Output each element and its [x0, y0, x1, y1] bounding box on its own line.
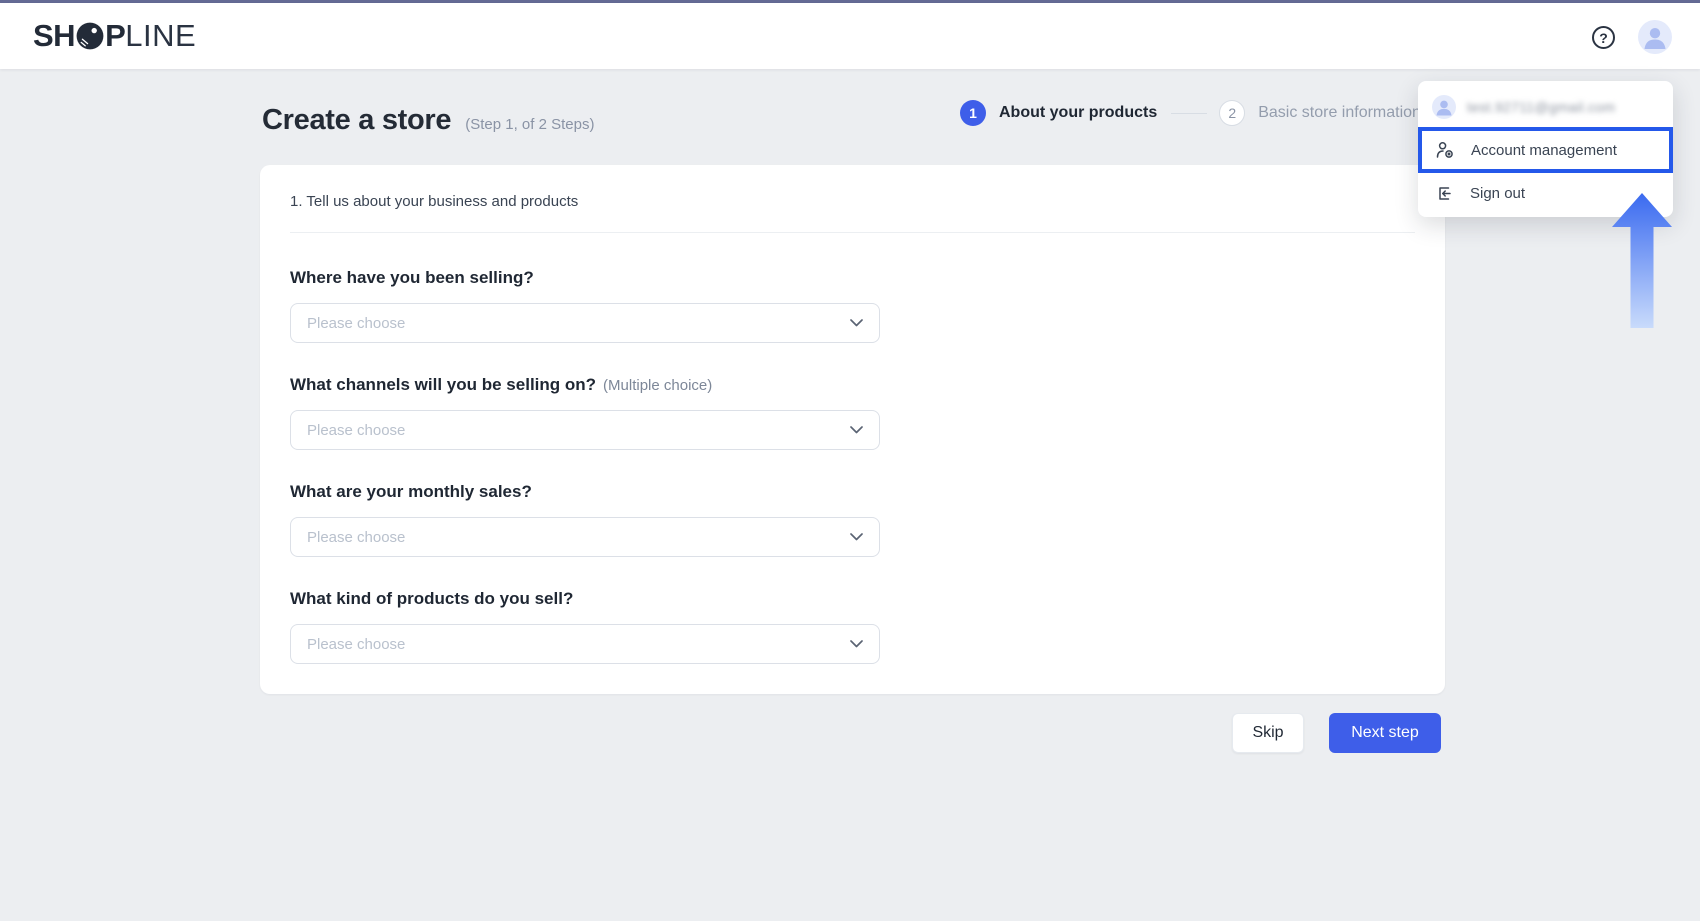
page-title-row: Create a store (Step 1, of 2 Steps)	[262, 104, 594, 137]
multiple-choice-hint: (Multiple choice)	[603, 377, 712, 394]
next-step-button[interactable]: Next step	[1329, 713, 1441, 753]
help-icon[interactable]: ?	[1592, 26, 1615, 49]
menu-item-account-management[interactable]: Account management	[1418, 127, 1673, 173]
chevron-down-icon	[850, 533, 863, 541]
question-label-channels: What channels will you be selling on?(Mu…	[290, 375, 712, 395]
logo-text-line: LINE	[125, 18, 196, 54]
user-avatar[interactable]	[1638, 20, 1672, 54]
logo-tag-icon	[76, 22, 104, 50]
menu-avatar	[1432, 95, 1456, 119]
menu-item-label: Sign out	[1470, 185, 1525, 202]
step-1-number: 1	[969, 105, 977, 121]
select-channels[interactable]: Please choose	[290, 410, 880, 450]
stepper: 1 About your products 2 Basic store info…	[960, 100, 1421, 126]
stepper-connector-line	[1171, 113, 1207, 114]
account-dropdown-menu: test.92711@gmail.com Account management …	[1418, 81, 1673, 217]
menu-item-label: Account management	[1471, 142, 1617, 159]
app-header: SH P LINE ?	[0, 3, 1700, 69]
select-placeholder: Please choose	[307, 315, 850, 332]
account-email-blurred: test.92711@gmail.com	[1467, 99, 1615, 115]
logo-text-sh: SH	[33, 18, 75, 54]
step-1-circle: 1	[960, 100, 986, 126]
select-product-kind[interactable]: Please choose	[290, 624, 880, 664]
create-store-form-card: 1. Tell us about your business and produ…	[260, 165, 1445, 694]
account-management-icon	[1436, 141, 1454, 159]
step-2-label: Basic store information	[1258, 104, 1421, 122]
skip-button[interactable]: Skip	[1232, 713, 1304, 753]
chevron-down-icon	[850, 319, 863, 327]
chevron-down-icon	[850, 640, 863, 648]
sign-out-icon	[1435, 185, 1452, 202]
menu-item-sign-out[interactable]: Sign out	[1418, 173, 1673, 213]
person-icon	[1432, 95, 1456, 119]
help-glyph: ?	[1599, 30, 1608, 46]
page-title: Create a store	[262, 104, 451, 137]
account-email-row: test.92711@gmail.com	[1432, 88, 1662, 126]
shopline-logo[interactable]: SH P LINE	[33, 3, 196, 69]
section-divider	[290, 232, 1415, 233]
create-store-page: { "header": { "logo": { "sh": "SH", "p":…	[0, 0, 1700, 921]
step-1-label: About your products	[999, 104, 1157, 122]
form-section-title: 1. Tell us about your business and produ…	[290, 193, 578, 210]
select-monthly-sales[interactable]: Please choose	[290, 517, 880, 557]
step-2-circle: 2	[1219, 100, 1245, 126]
step-2-number: 2	[1228, 105, 1236, 121]
select-placeholder: Please choose	[307, 529, 850, 546]
question-label-product-kind: What kind of products do you sell?	[290, 589, 573, 609]
chevron-down-icon	[850, 426, 863, 434]
page-step-indicator: (Step 1, of 2 Steps)	[465, 116, 594, 133]
select-selling-where[interactable]: Please choose	[290, 303, 880, 343]
select-placeholder: Please choose	[307, 636, 850, 653]
person-icon	[1638, 20, 1672, 54]
logo-text-p: P	[105, 18, 125, 54]
question-label-selling-where: Where have you been selling?	[290, 268, 534, 288]
select-placeholder: Please choose	[307, 422, 850, 439]
question-label-monthly-sales: What are your monthly sales?	[290, 482, 532, 502]
